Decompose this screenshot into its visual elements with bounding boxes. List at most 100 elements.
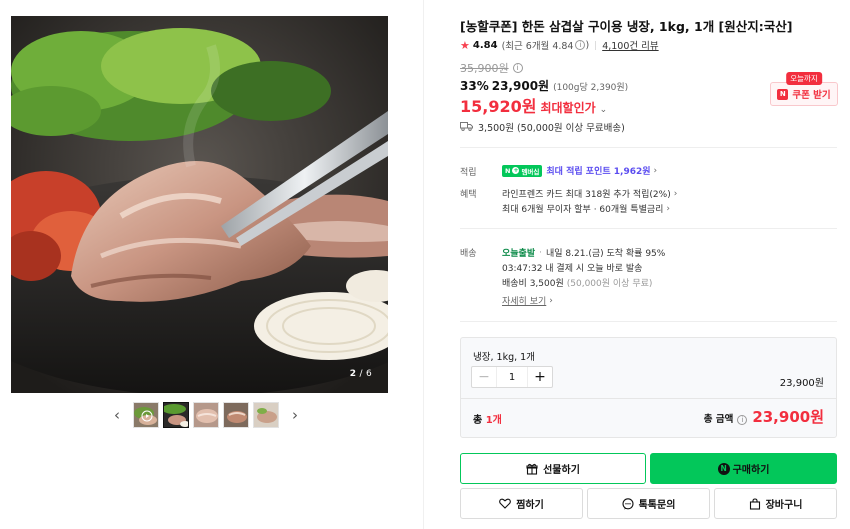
talk-inquiry-button[interactable]: 톡톡문의: [587, 488, 710, 519]
chevron-left-icon[interactable]: ‹: [109, 403, 125, 427]
thumbnail-5[interactable]: [253, 402, 279, 428]
total-count-row: 총 1개: [473, 411, 502, 426]
option-name: 냉장, 1kg, 1개: [473, 352, 535, 363]
gift-icon: [526, 463, 538, 475]
sale-price: 23,900원: [491, 79, 550, 93]
original-price-row: 35,900원 i: [460, 60, 523, 76]
thumbnail-1[interactable]: [133, 402, 159, 428]
gift-button[interactable]: 선물하기: [460, 453, 646, 484]
cart-button[interactable]: 장바구니: [714, 488, 837, 519]
chevron-down-icon[interactable]: ⌄: [600, 105, 608, 115]
naver-logo-icon: N: [777, 88, 789, 100]
npay-membership-badge: N + 멤버십: [502, 164, 543, 177]
product-title: [농할쿠폰] 한돈 삼겹살 구이용 냉장, 1kg, 1개 [원산지:국산]: [460, 19, 793, 34]
current-page: 2: [349, 369, 357, 379]
points-label: 적립: [460, 168, 477, 178]
membership-text: 멤버십: [521, 167, 540, 176]
buy-label: 구매하기: [732, 465, 770, 476]
shipping-fee: 3,500원 (50,000원 이상 무료배송): [478, 123, 625, 134]
info-icon[interactable]: i: [737, 415, 748, 425]
grilled-pork-image: [11, 16, 388, 393]
thumbnail-image: [254, 403, 278, 427]
get-coupon-button[interactable]: N 쿠폰 받기: [770, 82, 838, 106]
divider: [461, 398, 836, 399]
divider: [460, 228, 837, 229]
heart-icon: [499, 498, 512, 509]
divider: [460, 147, 837, 148]
thumbnail-image: [134, 403, 158, 427]
column-divider: [423, 0, 424, 529]
max-points: 최대 적립 포인트 1,962원: [546, 167, 651, 177]
thumbnail-3[interactable]: [193, 402, 219, 428]
info-icon[interactable]: i: [575, 40, 586, 50]
points-row[interactable]: N + 멤버십 최대 적립 포인트 1,962원 ›: [502, 164, 657, 177]
quantity-value[interactable]: 1: [497, 367, 527, 387]
detail-link-text: 자세히 보기: [502, 297, 547, 307]
delivery-deadline: 03:47:32 내 결제 시 오늘 바로 발송: [502, 264, 643, 274]
thumbnail-image: [224, 403, 248, 427]
perk-installment-text: 최대 6개월 무이자 할부 · 60개월 특별금리: [502, 205, 664, 215]
perk-installment-row[interactable]: 최대 6개월 무이자 할부 · 60개월 특별금리 ›: [502, 202, 671, 216]
chevron-right-icon[interactable]: ›: [287, 403, 303, 427]
option-price: 23,900원: [779, 378, 824, 389]
original-price: 35,900원: [460, 62, 509, 75]
chevron-right-icon: ›: [673, 188, 678, 199]
delivery-fee: 배송비 3,500원: [502, 279, 564, 289]
max-discount-price: 15,920원: [460, 97, 537, 116]
thumbnail-image: [164, 403, 188, 427]
perk-card-text: 라인프렌즈 카드 최대 318원 추가 적립(2%): [502, 190, 671, 200]
rating-detail-close: ): [585, 39, 590, 51]
plus-icon: +: [512, 167, 520, 174]
star-icon: ★: [460, 38, 470, 52]
thumbnail-2[interactable]: [163, 402, 189, 428]
max-discount-row[interactable]: 15,920원 최대할인가 ⌄: [460, 93, 607, 117]
total-count: 1개: [485, 415, 502, 426]
unit-price: (100g당 2,390원): [553, 83, 629, 93]
chat-bubble-icon: [622, 497, 634, 510]
total-amount: 23,900원: [752, 408, 824, 426]
total-amount-label: 총 금액: [703, 414, 734, 425]
total-amount-row: 총 금액 i 23,900원: [704, 406, 824, 427]
cart-label: 장바구니: [765, 500, 803, 511]
rating-score: 4.84: [472, 39, 498, 51]
selected-option-box: 냉장, 1kg, 1개 − 1 + 23,900원 총 1개 총 금액 i 23…: [460, 337, 837, 438]
truck-icon: [460, 121, 473, 134]
wishlist-button[interactable]: 찜하기: [460, 488, 583, 519]
buy-button[interactable]: N 구매하기: [650, 453, 837, 484]
chevron-right-icon: ›: [549, 295, 553, 306]
review-count-link[interactable]: 4,100건 리뷰: [602, 38, 658, 52]
info-icon[interactable]: i: [512, 63, 523, 73]
chevron-right-icon: ›: [653, 165, 658, 176]
wishlist-label: 찜하기: [516, 500, 544, 511]
total-pages: / 6: [359, 369, 372, 379]
shipping-row: 3,500원 (50,000원 이상 무료배송): [460, 120, 625, 134]
decrease-button[interactable]: −: [472, 367, 497, 387]
naver-pay-icon: N: [717, 462, 730, 475]
discount-rate: 33%: [460, 79, 489, 93]
increase-button[interactable]: +: [527, 367, 552, 387]
talk-label: 톡톡문의: [638, 500, 676, 511]
shopping-bag-icon: [749, 497, 761, 510]
chevron-right-icon: ›: [666, 203, 671, 214]
max-discount-label: 최대할인가: [540, 101, 596, 115]
delivery-arrival-row: 오늘출발 · 내일 8.21.(금) 도착 확률 95%: [502, 246, 666, 260]
total-prefix: 총: [473, 415, 486, 426]
sale-price-row: 33% 23,900원 (100g당 2,390원): [460, 77, 628, 94]
product-main-image[interactable]: 2 / 6: [11, 16, 388, 393]
thumbnail-4[interactable]: [223, 402, 249, 428]
thumbnail-strip: ‹ ›: [109, 402, 303, 428]
arrival-estimate: 내일 8.21.(금) 도착 확률 95%: [546, 249, 666, 259]
today-shipping-tag: 오늘출발: [502, 249, 536, 259]
rating-detail: (최근 6개월 4.84: [501, 41, 574, 52]
gift-label: 선물하기: [543, 465, 580, 476]
today-only-badge: 오늘까지: [786, 72, 822, 85]
delivery-label: 배송: [460, 249, 477, 259]
delivery-detail-link[interactable]: 자세히 보기 ›: [502, 294, 553, 308]
rating-row: ★ 4.84 (최근 6개월 4.84 i) 4,100건 리뷰: [460, 38, 659, 53]
image-page-indicator: 2 / 6: [350, 369, 372, 379]
perks-label: 혜택: [460, 190, 477, 200]
dot-separator: ·: [539, 247, 542, 258]
perk-card-row[interactable]: 라인프렌즈 카드 최대 318원 추가 적립(2%) ›: [502, 187, 678, 201]
delivery-fee-note: (50,000원 이상 무료): [566, 279, 653, 289]
divider: [460, 321, 837, 322]
